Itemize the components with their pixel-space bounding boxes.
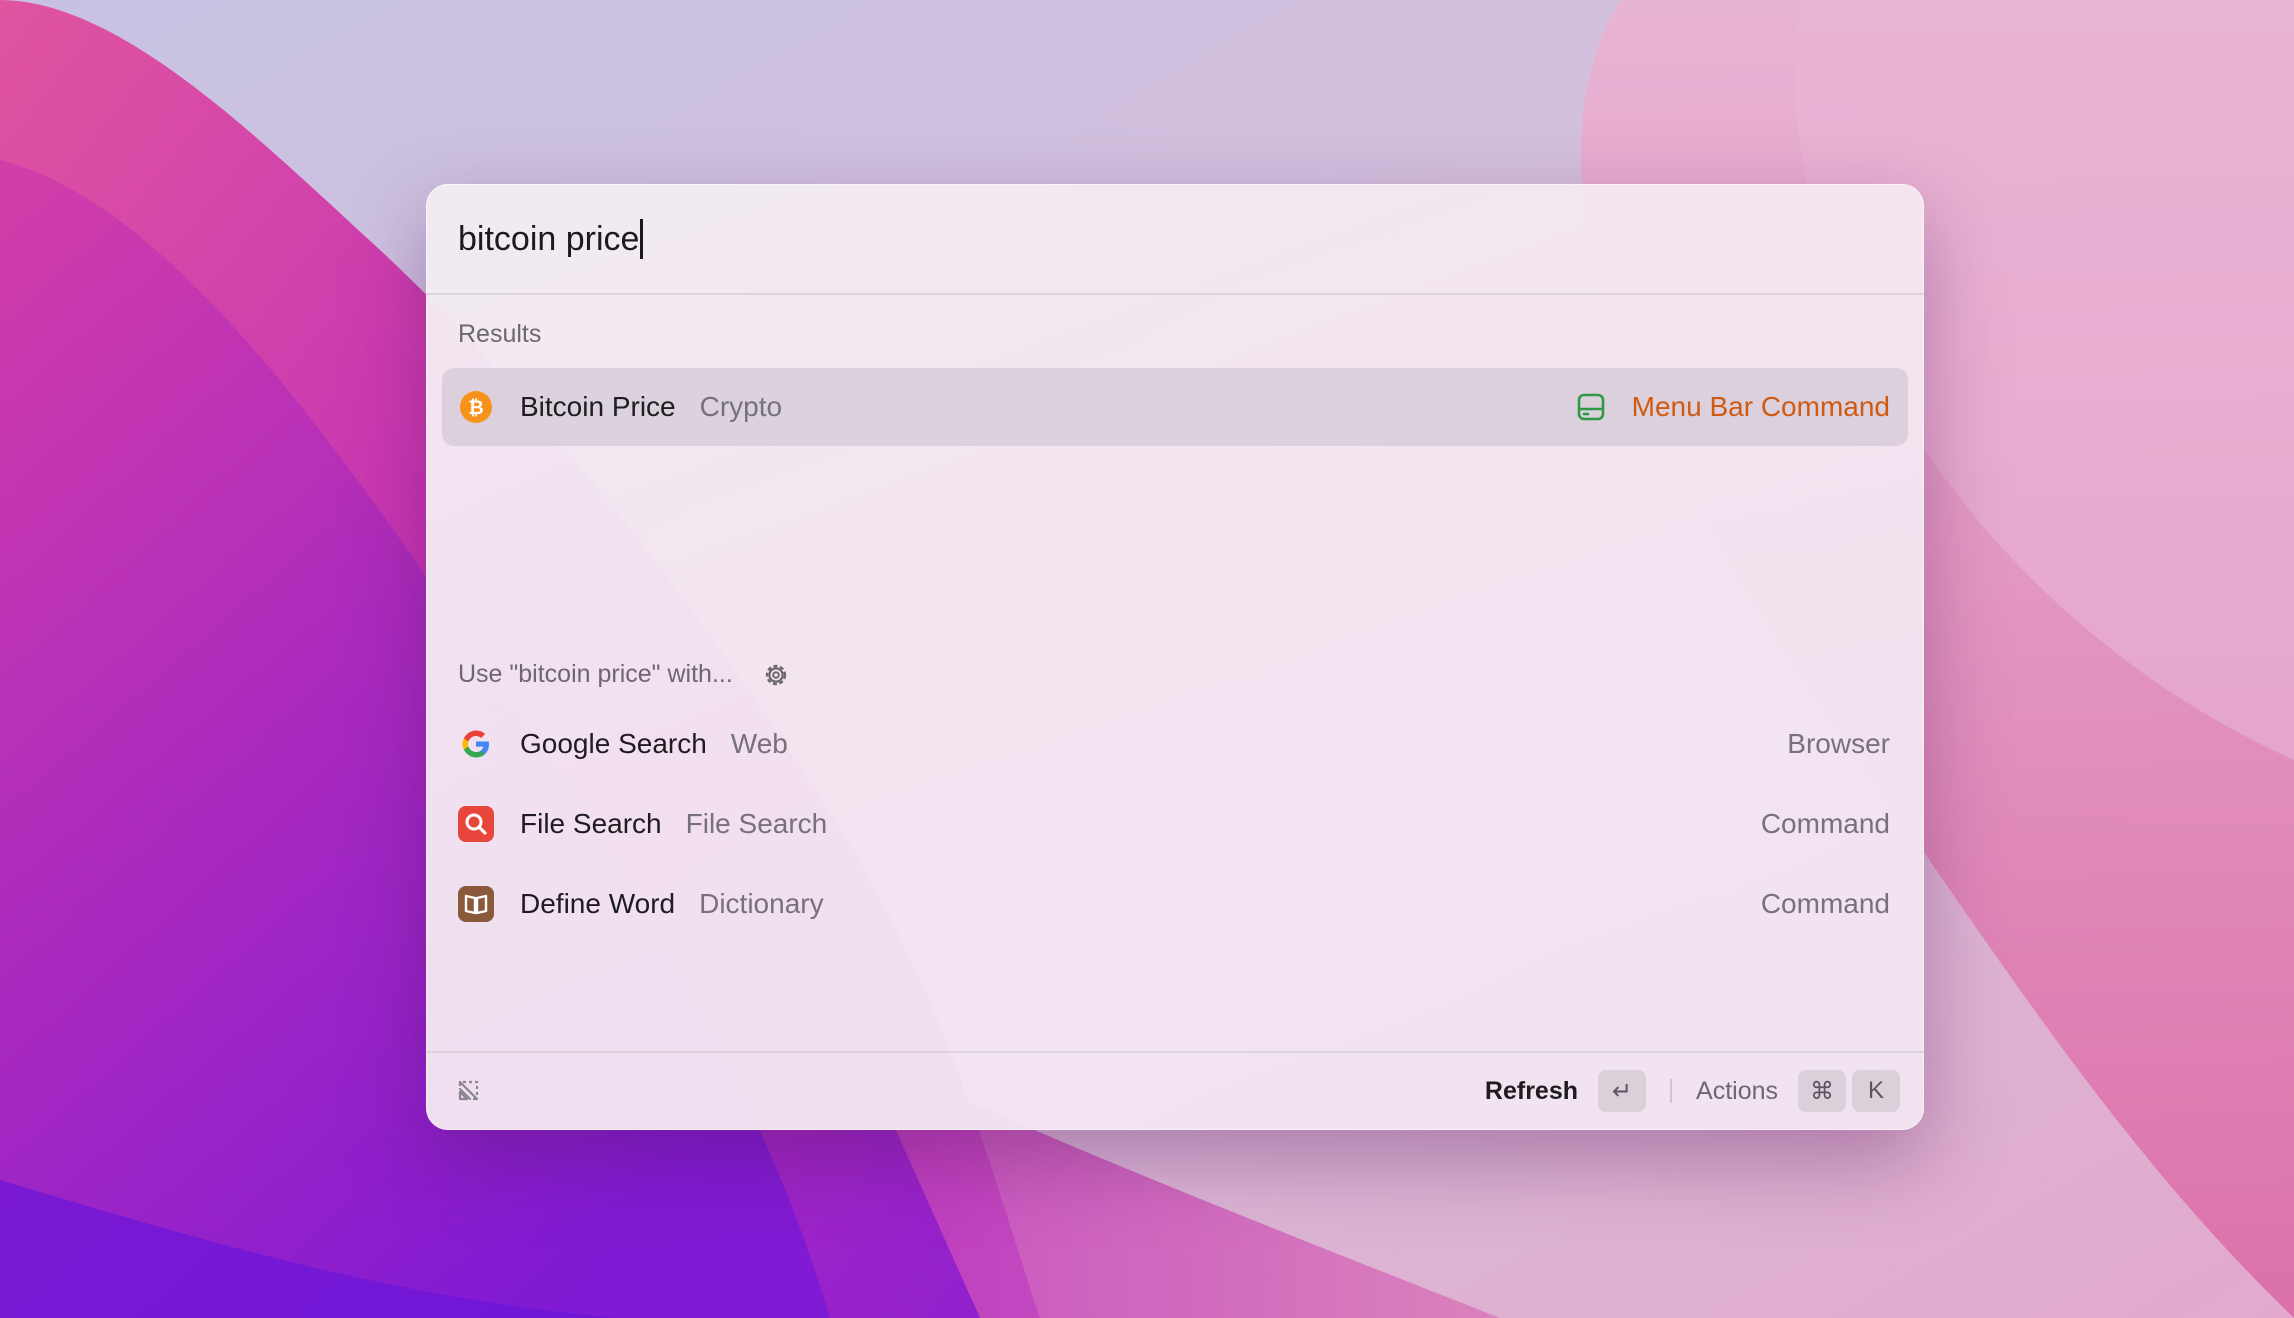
return-key-hint: ↵ (1598, 1070, 1647, 1112)
fallback-subtitle: Web (730, 728, 788, 759)
result-accessory: Menu Bar Command (1576, 391, 1890, 423)
menu-bar-icon (1577, 393, 1604, 421)
refresh-action[interactable]: Refresh (1485, 1077, 1578, 1106)
google-icon (458, 726, 494, 762)
fallback-item-google-search[interactable]: Google Search Web Browser (442, 705, 1908, 783)
search-query-text: bitcoin price (458, 220, 640, 258)
search-input[interactable]: bitcoin price (458, 214, 644, 264)
launcher-window: bitcoin price Results ₿ Bitcoin Price Cr… (426, 184, 1924, 1130)
magnifier-icon (458, 806, 494, 842)
fallback-accessory: Command (1760, 808, 1890, 839)
search-bar: bitcoin price (426, 184, 1924, 295)
footer-actions: Refresh ↵ Actions ⌘ K (1485, 1069, 1900, 1113)
desktop: bitcoin price Results ₿ Bitcoin Price Cr… (0, 0, 2294, 1318)
footer-divider (1670, 1079, 1673, 1103)
result-subtitle: Crypto (699, 391, 783, 422)
fallback-title: File Search (520, 808, 662, 839)
fallback-title: Define Word (520, 888, 676, 919)
svg-text:₿: ₿ (468, 397, 483, 419)
actions-button[interactable]: Actions (1696, 1077, 1778, 1106)
result-item-bitcoin-price[interactable]: ₿ Bitcoin Price Crypto Menu Bar Command (442, 368, 1908, 446)
fallback-subtitle: Dictionary (699, 888, 824, 919)
fallback-accessory: Command (1760, 888, 1890, 919)
command-key-hint: ⌘ (1798, 1070, 1846, 1112)
gear-icon[interactable] (763, 662, 789, 688)
k-key-hint: K (1852, 1070, 1900, 1112)
fallback-item-file-search[interactable]: File Search File Search Command (442, 785, 1908, 863)
results-section-label: Results (458, 320, 542, 348)
result-accessory-label: Menu Bar Command (1631, 391, 1890, 422)
book-icon (458, 886, 494, 922)
fallback-label-text: Use "bitcoin price" with... (458, 660, 733, 688)
fallback-title: Google Search (520, 728, 707, 759)
fallback-item-define-word[interactable]: Define Word Dictionary Command (442, 865, 1908, 943)
fallback-accessory: Browser (1787, 728, 1890, 759)
text-caret (640, 219, 644, 259)
result-title: Bitcoin Price (520, 391, 676, 422)
raycast-logo-icon[interactable] (450, 1073, 486, 1109)
bitcoin-icon: ₿ (458, 389, 494, 425)
action-bar: Refresh ↵ Actions ⌘ K (426, 1051, 1924, 1130)
fallback-subtitle: File Search (685, 808, 828, 839)
fallback-section-label: Use "bitcoin price" with... (458, 660, 789, 689)
